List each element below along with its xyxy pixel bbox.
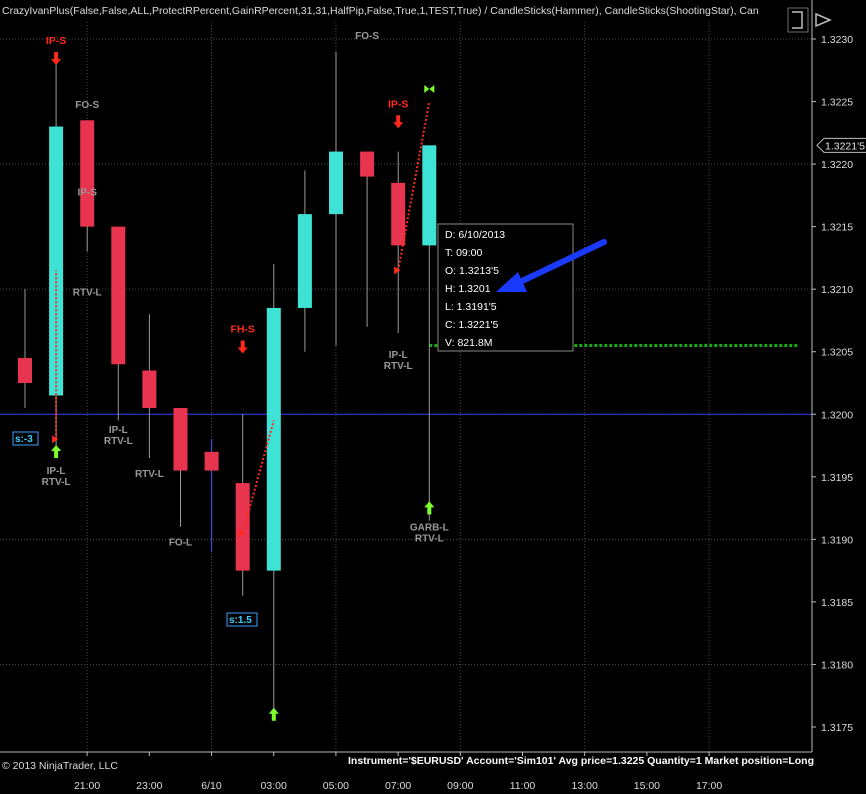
candle-body-down [235, 483, 250, 571]
signal-label: FO-S [75, 100, 99, 111]
signal-label: RTV-L [415, 533, 444, 544]
x-tick-label: 05:00 [323, 780, 349, 792]
signal-label: RTV-L [384, 361, 413, 372]
chart-background [0, 0, 866, 794]
signal-label: IP-S [77, 187, 97, 198]
signal-label: FO-S [355, 31, 379, 42]
tooltip-low: L: 1.3191'5 [445, 301, 497, 313]
signal-label: RTV-L [104, 436, 133, 447]
candle-body-down [142, 370, 157, 409]
y-tick-label: 1.3200 [821, 409, 853, 421]
tooltip-date: D: 6/10/2013 [445, 229, 505, 241]
x-tick-label: 15:00 [634, 780, 660, 792]
x-tick-label: 03:00 [261, 780, 287, 792]
signal-label: IP-L [47, 466, 66, 477]
x-tick-label: 21:00 [74, 780, 100, 792]
y-tick-label: 1.3185 [821, 597, 853, 609]
y-tick-label: 1.3210 [821, 284, 853, 296]
candle-body-down [80, 120, 95, 227]
candle-body-up [297, 214, 312, 308]
x-tick-label: 6/10 [201, 780, 222, 792]
copyright-text: © 2013 NinjaTrader, LLC [2, 760, 118, 772]
y-tick-label: 1.3180 [821, 659, 853, 671]
signal-label: IP-L [389, 350, 408, 361]
x-tick-label: 09:00 [447, 780, 473, 792]
x-tick-label: 17:00 [696, 780, 722, 792]
tooltip-high: H: 1.3201 [445, 283, 491, 295]
position-info: Instrument='$EURUSD' Account='Sim101' Av… [348, 755, 814, 767]
signal-label: IP-S [388, 98, 408, 110]
y-tick-label: 1.3225 [821, 97, 853, 109]
stat-box-1: s:-3 [12, 431, 39, 446]
signal-label: FH-S [230, 323, 255, 335]
collapse-button[interactable] [787, 7, 809, 33]
tooltip-close: C: 1.3221'5 [445, 319, 499, 331]
tooltip-time: T: 09:00 [445, 247, 483, 259]
x-tick-label: 07:00 [385, 780, 411, 792]
price-marker-label: 1.3221'5 [825, 140, 865, 152]
candlestick-chart[interactable]: IP-SIP-LRTV-LFO-SIP-SRTV-LIP-LRTV-LRTV-L… [0, 0, 866, 794]
stat-label-1: s:-3 [15, 434, 33, 445]
candle-body-down [18, 357, 32, 383]
candle-body-down [111, 226, 126, 365]
y-tick-label: 1.3190 [821, 534, 853, 546]
signal-label: RTV-L [135, 469, 164, 480]
candle-body-down [204, 451, 219, 471]
tooltip-volume: V: 821.8M [445, 337, 492, 349]
signal-label: RTV-L [73, 287, 102, 298]
signal-label: RTV-L [42, 477, 71, 488]
x-tick-label: 23:00 [136, 780, 162, 792]
y-tick-label: 1.3175 [821, 722, 853, 734]
x-tick-label: 13:00 [572, 780, 598, 792]
stat-box-2: s:1.5 [226, 612, 258, 627]
signal-label: FO-L [169, 538, 192, 549]
y-tick-label: 1.3195 [821, 472, 853, 484]
price-marker: 1.3221'5 [816, 137, 866, 153]
signal-label: IP-S [46, 35, 66, 47]
y-tick-label: 1.3230 [821, 34, 853, 46]
candle-body-up [422, 145, 437, 246]
signal-label: IP-L [109, 425, 128, 436]
y-tick-label: 1.3220 [821, 159, 853, 171]
stat-label-2: s:1.5 [229, 615, 252, 626]
y-tick-label: 1.3215 [821, 222, 853, 234]
candle-body-down [360, 151, 375, 177]
candle-body-down [173, 408, 188, 471]
tooltip-open: O: 1.3213'5 [445, 265, 499, 277]
candle-body-up [329, 151, 343, 215]
candle-body-down [391, 182, 406, 246]
x-tick-label: 11:00 [510, 780, 536, 792]
y-tick-label: 1.3205 [821, 347, 853, 359]
signal-label: GARB-L [410, 522, 449, 533]
indicator-title: CrazyIvanPlus(False,False,ALL,ProtectRPe… [2, 5, 759, 17]
